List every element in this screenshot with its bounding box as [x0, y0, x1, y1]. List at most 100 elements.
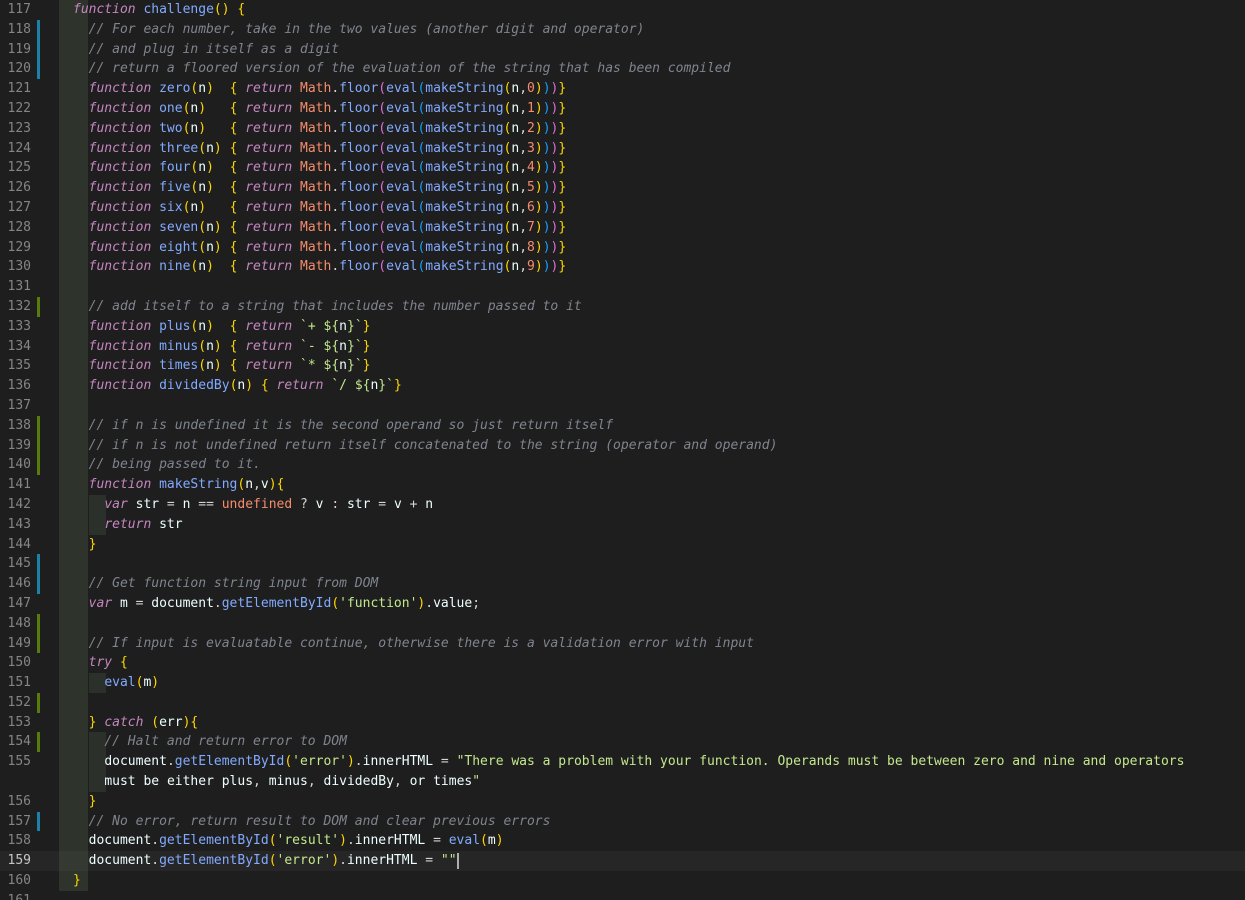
code-line[interactable]: 152 [0, 692, 1245, 713]
code-text[interactable]: try { [73, 653, 128, 673]
code-text[interactable]: } [73, 871, 81, 891]
code-text[interactable]: // and plug in itself as a digit [73, 40, 339, 60]
code-line[interactable]: 147 var m = document.getElementById('fun… [0, 593, 1245, 614]
code-line[interactable]: 157 // No error, return result to DOM an… [0, 811, 1245, 832]
change-marker[interactable] [37, 692, 40, 713]
code-line[interactable]: 143 return str [0, 514, 1245, 535]
code-text[interactable]: function two(n) { return Math.floor(eval… [73, 119, 567, 139]
change-marker[interactable] [37, 732, 40, 753]
code-text[interactable]: function one(n) { return Math.floor(eval… [73, 99, 567, 119]
code-line[interactable]: 160} [0, 871, 1245, 891]
code-text[interactable]: // return a floored version of the evalu… [73, 59, 731, 79]
change-marker[interactable] [37, 613, 40, 634]
code-text[interactable]: // being passed to it. [73, 455, 261, 475]
code-line[interactable]: 125 function four(n) { return Math.floor… [0, 158, 1245, 179]
code-text[interactable]: // if n is not undefined return itself c… [73, 436, 778, 456]
code-text[interactable]: function times(n) { return `* ${n}`} [73, 356, 371, 376]
code-line[interactable]: 148 [0, 613, 1245, 634]
code-text[interactable]: } catch (err){ [73, 713, 199, 733]
code-line[interactable]: 118 // For each number, take in the two … [0, 19, 1245, 40]
code-text[interactable]: function four(n) { return Math.floor(eva… [73, 158, 567, 178]
change-marker[interactable] [37, 39, 40, 60]
code-line[interactable]: 150 try { [0, 653, 1245, 674]
code-text[interactable]: // If input is evaluatable continue, oth… [73, 634, 754, 654]
code-text[interactable]: // Get function string input from DOM [73, 574, 379, 594]
code-text[interactable]: function three(n) { return Math.floor(ev… [73, 139, 567, 159]
code-text[interactable]: document.getElementById('result').innerH… [73, 831, 504, 851]
code-line[interactable]: 132 // add itself to a string that inclu… [0, 296, 1245, 317]
code-text[interactable]: var str = n == undefined ? v : str = v +… [73, 495, 433, 515]
code-text[interactable]: return str [73, 515, 182, 535]
code-line[interactable]: 133 function plus(n) { return `+ ${n}`} [0, 316, 1245, 337]
code-line[interactable]: 142 var str = n == undefined ? v : str =… [0, 494, 1245, 515]
code-text[interactable]: function challenge() { [73, 0, 245, 20]
code-text[interactable]: // if n is undefined it is the second op… [73, 416, 613, 436]
code-line[interactable]: 154 // Halt and return error to DOM [0, 732, 1245, 753]
code-text[interactable]: function makeString(n,v){ [73, 475, 285, 495]
code-line[interactable]: 130 function nine(n) { return Math.floor… [0, 257, 1245, 278]
code-line[interactable]: 135 function times(n) { return `* ${n}`} [0, 356, 1245, 377]
code-text[interactable]: function nine(n) { return Math.floor(eva… [73, 257, 567, 277]
code-line[interactable]: 155 document.getElementById('error').inn… [0, 752, 1245, 773]
change-marker[interactable] [37, 574, 40, 594]
code-line[interactable]: 119 // and plug in itself as a digit [0, 39, 1245, 60]
code-line[interactable]: 141 function makeString(n,v){ [0, 475, 1245, 495]
code-line[interactable]: 151 eval(m) [0, 673, 1245, 693]
code-line[interactable]: 158 document.getElementById('result').in… [0, 831, 1245, 852]
code-text[interactable]: } [73, 535, 97, 555]
code-line[interactable]: 146 // Get function string input from DO… [0, 574, 1245, 594]
code-line[interactable]: 145 [0, 554, 1245, 575]
code-text[interactable]: document.getElementById('error').innerHT… [73, 851, 459, 871]
code-line[interactable]: 117 function challenge() { [0, 0, 1245, 20]
code-text[interactable]: function seven(n) { return Math.floor(ev… [73, 218, 567, 238]
code-line[interactable]: 129 function eight(n) { return Math.floo… [0, 237, 1245, 258]
code-line[interactable]: 123 function two(n) { return Math.floor(… [0, 118, 1245, 139]
code-line[interactable]: 139 // if n is not undefined return itse… [0, 435, 1245, 456]
code-line[interactable]: 131 [0, 277, 1245, 297]
change-marker[interactable] [37, 633, 40, 654]
change-marker[interactable] [37, 19, 40, 40]
code-line[interactable]: 124 function three(n) { return Math.floo… [0, 138, 1245, 159]
code-line[interactable]: must be either plus, minus, dividedBy, o… [0, 772, 1245, 792]
code-text[interactable]: must be either plus, minus, dividedBy, o… [73, 772, 480, 792]
code-line[interactable]: 138 // if n is undefined it is the secon… [0, 415, 1245, 436]
code-line[interactable]: 136 function dividedBy(n) { return `/ ${… [0, 376, 1245, 396]
code-text[interactable]: // No error, return result to DOM and cl… [73, 812, 551, 832]
code-line[interactable]: 126 function five(n) { return Math.floor… [0, 178, 1245, 198]
code-text[interactable]: // add itself to a string that includes … [73, 297, 582, 317]
code-text[interactable]: function five(n) { return Math.floor(eva… [73, 178, 567, 198]
code-line[interactable]: 127 function six(n) { return Math.floor(… [0, 197, 1245, 218]
code-line[interactable]: 144 } [0, 534, 1245, 555]
code-text[interactable]: function minus(n) { return `- ${n}`} [73, 337, 371, 357]
change-marker[interactable] [37, 435, 40, 456]
code-line[interactable]: 137 [0, 395, 1245, 416]
code-line[interactable]: 159 document.getElementById('error').inn… [0, 851, 1245, 872]
change-marker[interactable] [37, 296, 40, 317]
code-line[interactable]: 128 function seven(n) { return Math.floo… [0, 217, 1245, 238]
code-line[interactable]: 156 } [0, 791, 1245, 812]
code-line[interactable]: 153 } catch (err){ [0, 712, 1245, 733]
code-text[interactable]: var m = document.getElementById('functio… [73, 594, 480, 614]
code-line[interactable]: 121 function zero(n) { return Math.floor… [0, 79, 1245, 99]
change-marker[interactable] [37, 415, 40, 436]
code-text[interactable]: } [73, 792, 97, 812]
change-marker[interactable] [37, 811, 40, 832]
code-editor[interactable]: 117 function challenge() {118 // For each… [0, 0, 1245, 900]
code-line[interactable]: 122 function one(n) { return Math.floor(… [0, 98, 1245, 119]
code-text[interactable]: function eight(n) { return Math.floor(ev… [73, 238, 567, 258]
code-text[interactable]: function zero(n) { return Math.floor(eva… [73, 79, 567, 99]
code-text[interactable]: document.getElementById('error').innerHT… [73, 752, 1184, 772]
code-text[interactable]: function six(n) { return Math.floor(eval… [73, 198, 567, 218]
code-line[interactable]: 149 // If input is evaluatable continue,… [0, 633, 1245, 654]
change-marker[interactable] [37, 455, 40, 476]
code-text[interactable]: function plus(n) { return `+ ${n}`} [73, 317, 371, 337]
code-line[interactable]: 134 function minus(n) { return `- ${n}`} [0, 336, 1245, 357]
code-text[interactable]: eval(m) [73, 673, 159, 693]
code-text[interactable]: // Halt and return error to DOM [73, 732, 347, 752]
code-line[interactable]: 140 // being passed to it. [0, 455, 1245, 476]
code-line[interactable]: 161 [0, 891, 1245, 900]
change-marker[interactable] [37, 59, 40, 80]
change-marker[interactable] [37, 554, 40, 575]
code-text[interactable]: function dividedBy(n) { return `/ ${n}`} [73, 376, 402, 396]
code-line[interactable]: 120 // return a floored version of the e… [0, 59, 1245, 80]
